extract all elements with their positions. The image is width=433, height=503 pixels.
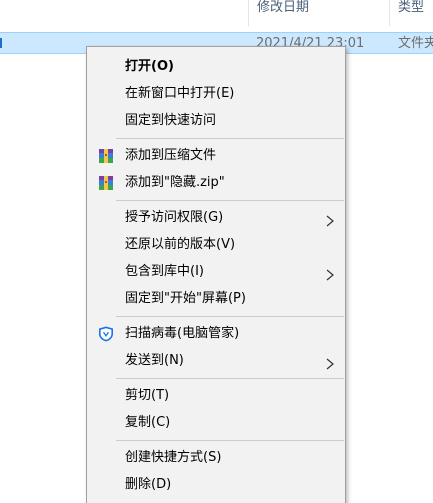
column-separator (389, 0, 390, 26)
menu-separator (116, 378, 344, 379)
menu-item-label: 固定到快速访问 (125, 113, 217, 128)
menu-item-delete[interactable]: 删除(D) (88, 472, 344, 498)
menu-item-label: 添加到压缩文件 (125, 148, 217, 163)
column-separator (248, 0, 249, 26)
menu-item-include-library[interactable]: 包含到库中(I) (88, 259, 344, 285)
menu-item-pin-to-start[interactable]: 固定到"开始"屏幕(P) (88, 286, 344, 312)
menu-item-create-shortcut[interactable]: 创建快捷方式(S) (88, 445, 344, 471)
menu-separator (116, 440, 344, 441)
menu-item-copy[interactable]: 复制(C) (88, 410, 344, 436)
menu-item-label: 扫描病毒(电脑管家) (125, 326, 240, 341)
menu-item-label: 打开(O) (125, 59, 174, 74)
menu-item-add-to-zip[interactable]: 添加到"隐藏.zip" (88, 170, 344, 196)
menu-item-label: 创建快捷方式(S) (125, 450, 222, 465)
menu-item-restore-previous[interactable]: 还原以前的版本(V) (88, 232, 344, 258)
menu-item-label: 添加到"隐藏.zip" (125, 175, 225, 190)
column-header-modified[interactable]: 修改日期 (257, 0, 309, 18)
menu-item-label: 在新窗口中打开(E) (125, 86, 235, 101)
file-type: 文件夹 (398, 36, 433, 51)
winrar-archive-icon (98, 148, 114, 164)
menu-item-open-new-window[interactable]: 在新窗口中打开(E) (88, 81, 344, 107)
menu-item-label: 发送到(N) (125, 353, 184, 368)
menu-item-label: 剪切(T) (125, 388, 170, 403)
context-menu: 打开(O) 在新窗口中打开(E) 固定到快速访问 添加到压缩文件 添加到"隐藏.… (86, 46, 346, 503)
menu-item-label: 复制(C) (125, 415, 171, 430)
chevron-right-icon (326, 355, 334, 370)
menu-item-label: 包含到库中(I) (125, 264, 204, 279)
menu-separator (116, 200, 344, 201)
folder-icon (0, 38, 2, 48)
menu-item-cut[interactable]: 剪切(T) (88, 383, 344, 409)
menu-item-scan-virus[interactable]: 扫描病毒(电脑管家) (88, 321, 344, 347)
menu-item-grant-access[interactable]: 授予访问权限(G) (88, 205, 344, 231)
menu-separator (116, 316, 344, 317)
menu-item-send-to[interactable]: 发送到(N) (88, 348, 344, 374)
winrar-archive-icon (98, 175, 114, 191)
tencent-pc-manager-shield-icon (98, 326, 114, 342)
menu-item-label: 删除(D) (125, 477, 172, 492)
menu-item-label: 还原以前的版本(V) (125, 237, 236, 252)
menu-item-label: 授予访问权限(G) (125, 210, 224, 225)
column-header-type[interactable]: 类型 (398, 0, 424, 18)
menu-item-pin-quick-access[interactable]: 固定到快速访问 (88, 108, 344, 134)
menu-item-label: 固定到"开始"屏幕(P) (125, 291, 246, 306)
chevron-right-icon (326, 266, 334, 281)
menu-item-add-to-archive[interactable]: 添加到压缩文件 (88, 143, 344, 169)
explorer-window: 修改日期 类型 2021/4/21 23:01 文件夹 打开(O) 在新窗口中打… (0, 0, 433, 503)
menu-item-open[interactable]: 打开(O) (88, 54, 344, 80)
chevron-right-icon (326, 212, 334, 227)
menu-separator (116, 138, 344, 139)
column-header: 修改日期 类型 (0, 0, 433, 26)
